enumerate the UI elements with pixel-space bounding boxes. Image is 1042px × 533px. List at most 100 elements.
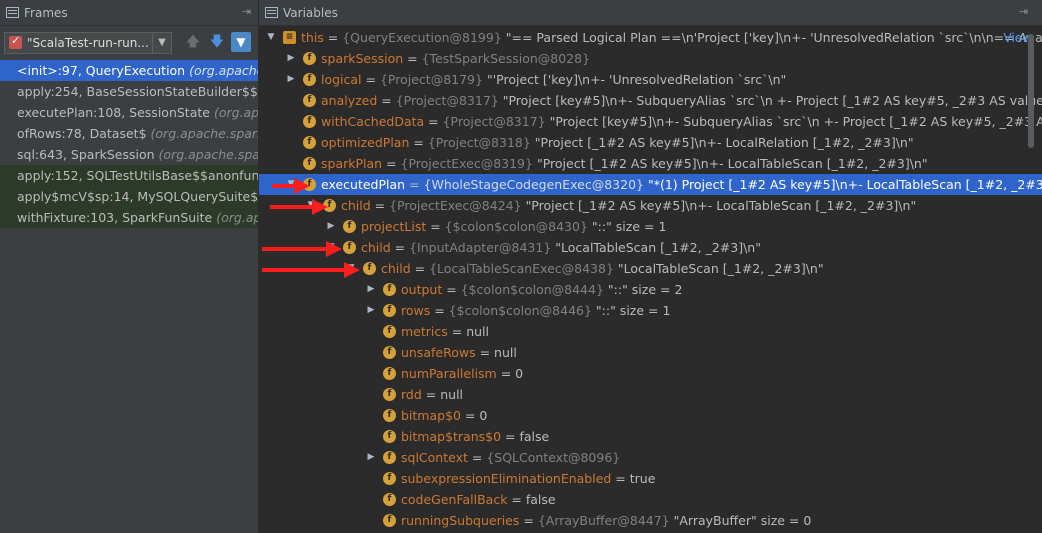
thread-selector[interactable]: "ScalaTest-run-run... ▼ [4,32,172,54]
variable-row[interactable]: f withCachedData = {Project@8317} "Projec… [259,111,1042,132]
variable-row[interactable]: ▶ f rows = {$colon$colon@8446} "::" size =… [259,300,1042,321]
frames-title: Frames [24,6,68,20]
equals-sign: = [467,450,487,465]
variable-row[interactable]: ▼ ≡ this = {QueryExecution@8199} "== Parse… [259,27,1042,48]
expand-down-icon[interactable]: ▼ [265,27,277,48]
field-icon: f [383,430,396,443]
variables-scrollbar[interactable] [1028,34,1034,148]
frame-row[interactable]: withFixture:103, SparkFunSuite(org.apach [0,207,258,228]
frame-row[interactable]: <init>:97, QueryExecution(org.apache.sp [0,60,258,81]
variable-row[interactable]: ▼ f child = {InputAdapter@8431} "LocalTabl… [259,237,1042,258]
variable-name: numParallelism [401,366,497,381]
variable-name: codeGenFallBack [401,492,508,507]
variable-row[interactable]: f rdd = null [259,384,1042,405]
equals-sign: = [430,303,449,318]
chevron-down-icon[interactable]: ▼ [152,33,171,53]
frame-package: (org.apache.spark.sq [150,126,258,141]
variable-value: "== Parsed Logical Plan ==\n'Project ['k… [505,30,1042,45]
field-icon: f [383,283,396,296]
variable-row[interactable]: ▶ f logical = {Project@8179} "'Project ['k… [259,69,1042,90]
variable-name: child [361,240,391,255]
field-icon: f [303,52,316,65]
frame-row[interactable]: ofRows:78, Dataset$(org.apache.spark.sq [0,123,258,144]
frame-method: withFixture:103, SparkFunSuite [17,210,213,225]
variable-name: child [341,198,371,213]
variable-value: "Project [_1#2 AS key#5]\n+- LocalTableS… [536,156,928,171]
variable-content: executedPlan = {WholeStageCodegenExec@83… [321,174,1042,195]
expand-right-icon[interactable]: ▶ [285,48,297,69]
expand-right-icon[interactable]: ▶ [365,279,377,300]
field-icon: f [303,73,316,86]
variables-header: Variables ⇥ [259,0,1042,26]
pin-icon[interactable]: ⇥ [1019,5,1028,18]
equals-sign: = [447,324,467,339]
variable-row[interactable]: ▼fchild = {ProjectExec@8424} "Project [_… [259,195,1042,216]
field-icon: f [383,409,396,422]
filter-icon[interactable]: ▼ [231,32,251,52]
variable-name: withCachedData [321,114,425,129]
field-icon: f [383,514,396,527]
variable-row[interactable]: ▶ f output = {$colon$colon@8444} "::" size… [259,279,1042,300]
frame-method: ofRows:78, Dataset$ [17,126,147,141]
variable-row[interactable]: f bitmap$0 = 0 [259,405,1042,426]
equals-sign: = [461,408,480,423]
expand-right-icon[interactable]: ▶ [325,216,337,237]
frame-row[interactable]: executePlan:108, SessionState(org.apach [0,102,258,123]
frame-method: executePlan:108, SessionState [17,105,210,120]
field-icon: f [303,94,316,107]
variable-value: false [519,429,550,444]
equals-sign: = [442,282,461,297]
equals-sign: = [323,30,343,45]
variable-value: true [629,471,656,486]
arrow-up-icon[interactable]: 🡅 [183,32,203,52]
frame-row[interactable]: sql:643, SparkSession(org.apache.spark. [0,144,258,165]
variable-type: {TestSparkSession@8028} [421,51,591,66]
equals-sign: = [421,387,441,402]
variable-content: runningSubqueries = {ArrayBuffer@8447} "… [401,510,811,531]
variable-row[interactable]: ▼ f child = {LocalTableScanExec@8438} "Loc… [259,258,1042,279]
frame-package: (org.apach [216,210,258,225]
frames-toolbar: "ScalaTest-run-run... ▼ 🡅 🡇 ▼ [0,27,258,59]
variable-name: this [301,30,324,45]
variable-type: {ProjectExec@8319} [400,156,533,171]
equals-sign: = [475,345,495,360]
frame-row[interactable]: apply:152, SQLTestUtilsBase$$anonfun$sq [0,165,258,186]
variable-row[interactable]: ▶ f sparkSession = {TestSparkSession@8028} [259,48,1042,69]
pin-icon[interactable]: ⇥ [242,5,251,18]
variable-value: 0 [479,408,488,423]
equals-sign: = [370,198,390,213]
equals-sign: = [424,114,443,129]
equals-sign: = [410,261,430,276]
variable-name: rows [401,303,431,318]
variable-content: sqlContext = {SQLContext@8096} [401,447,620,468]
expand-right-icon[interactable]: ▶ [365,447,377,468]
frame-row[interactable]: apply$mcV$sp:14, MySQLQuerySuite$$an [0,186,258,207]
frame-package: (org.apache.sp [189,63,258,78]
frame-package: (org.apach [213,105,258,120]
variable-row[interactable]: f bitmap$trans$0 = false [259,426,1042,447]
expand-right-icon[interactable]: ▶ [365,300,377,321]
variable-row[interactable]: f subexpressionEliminationEnabled = true [259,468,1042,489]
variable-row[interactable]: ▼fexecutedPlan = {WholeStageCodegenExec@… [259,174,1042,195]
expand-right-icon[interactable]: ▶ [285,69,297,90]
equals-sign: = [377,93,396,108]
variable-row[interactable]: ▶ f projectList = {$colon$colon@8430} "::"… [259,216,1042,237]
field-icon: f [383,493,396,506]
variable-row[interactable]: f numParallelism = 0 [259,363,1042,384]
variable-row[interactable]: ▶ f sqlContext = {SQLContext@8096} [259,447,1042,468]
variable-content: sparkSession = {TestSparkSession@8028} [321,48,590,69]
variable-row[interactable]: f optimizedPlan = {Project@8318} "Project… [259,132,1042,153]
variable-content: codeGenFallBack = false [401,489,556,510]
arrow-down-icon[interactable]: 🡇 [207,32,227,52]
variable-row[interactable]: f metrics = null [259,321,1042,342]
variables-tree: ▼ ≡ this = {QueryExecution@8199} "== Parse… [259,27,1042,531]
variable-row[interactable]: f analyzed = {Project@8317} "Project [key… [259,90,1042,111]
variable-row[interactable]: f sparkPlan = {ProjectExec@8319} "Project… [259,153,1042,174]
variable-name: sparkPlan [321,156,383,171]
variable-row[interactable]: f runningSubqueries = {ArrayBuffer@8447} … [259,510,1042,531]
frame-method: <init>:97, QueryExecution [17,63,186,78]
variable-row[interactable]: f codeGenFallBack = false [259,489,1042,510]
frame-row[interactable]: apply:254, BaseSessionStateBuilder$$anon [0,81,258,102]
variable-row[interactable]: f unsafeRows = null [259,342,1042,363]
variable-type: {$colon$colon@8444} [460,282,604,297]
